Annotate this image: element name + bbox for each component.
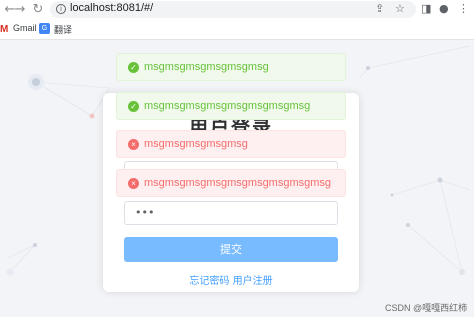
url-text[interactable]: localhost:8081/#/ <box>70 2 153 14</box>
share-icon[interactable]: ⇪ <box>375 2 384 15</box>
message-text: msgmsgmsgmsgmsg <box>144 138 248 150</box>
register-link[interactable]: 用户注册 <box>233 276 273 287</box>
profile-icon[interactable]: ● <box>439 2 449 15</box>
forgot-password-link[interactable]: 忘记密码 <box>189 276 229 287</box>
translate-icon: G <box>39 23 50 34</box>
menu-dots-icon[interactable]: ⋮ <box>458 2 469 15</box>
gmail-icon: M <box>0 24 9 35</box>
browser-chrome: ← → ↻ i localhost:8081/#/ ⇪ ☆ ◨ ● ⋮ M Gm… <box>0 0 474 40</box>
submit-button[interactable]: 提交 <box>124 237 338 262</box>
message-text: msgmsgmsgmsgmsgmsg <box>144 61 269 73</box>
error-x-icon: × <box>128 139 139 150</box>
error-x-icon: × <box>128 178 139 189</box>
success-check-icon: ✓ <box>128 62 139 73</box>
message-text: msgmsgmsgmsgmsgmsgmsgmsgmsg <box>144 177 332 189</box>
side-panel-icon[interactable]: ◨ <box>421 2 431 15</box>
message-error: × msgmsgmsgmsgmsgmsgmsgmsgmsg <box>116 169 346 197</box>
bookmark-label: 翻译 <box>54 25 73 35</box>
password-input[interactable]: ••• <box>124 201 338 225</box>
forward-arrow-icon[interactable]: → <box>12 2 28 18</box>
message-error: × msgmsgmsgmsgmsg <box>116 130 346 158</box>
site-info-icon[interactable]: i <box>56 4 66 14</box>
message-success: ✓ msgmsgmsgmsgmsgmsgmsgmsg <box>116 92 346 120</box>
bookmark-label: Gmail <box>13 23 37 33</box>
reload-icon[interactable]: ↻ <box>30 2 46 18</box>
login-links: 忘记密码 用户注册 <box>103 272 359 287</box>
success-check-icon: ✓ <box>128 101 139 112</box>
address-bar[interactable]: i localhost:8081/#/ ⇪ ☆ <box>50 1 416 18</box>
watermark: CSDN @嘎嘎西红柿 <box>385 303 468 313</box>
bookmarks-bar: M Gmail G 翻译 <box>0 21 474 39</box>
bookmark-star-icon[interactable]: ☆ <box>395 2 405 15</box>
message-success: ✓ msgmsgmsgmsgmsgmsg <box>116 53 346 81</box>
message-text: msgmsgmsgmsgmsgmsgmsgmsg <box>144 100 311 112</box>
